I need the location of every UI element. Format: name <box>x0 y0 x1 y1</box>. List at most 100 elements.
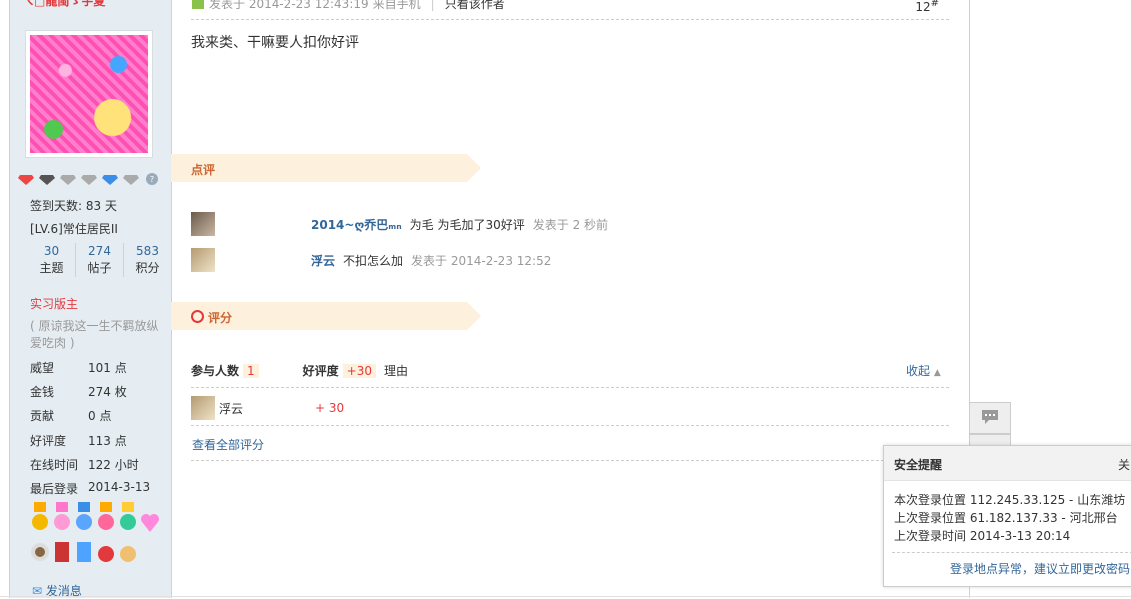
profile-key: 好评度 <box>30 434 67 448</box>
help-icon[interactable]: ? <box>144 172 160 185</box>
commenter-name[interactable]: 浮云 <box>311 252 335 269</box>
floor-value: 12 <box>915 0 931 14</box>
profile-row: 在线时间 122 小时 <box>30 456 139 473</box>
security-notice: 安全提醒 关 本次登录位置 112.245.33.125 - 山东潍坊 上次登录… <box>883 445 1131 587</box>
profile-value: 274 枚 <box>88 385 127 399</box>
stat-points-label: 积分 <box>135 261 160 275</box>
divider <box>191 425 949 426</box>
chat-bubble-icon <box>981 409 999 428</box>
comment-item: 2014~ღ乔巴ₘₙ 为毛 为毛加了30好评 发表于 2 秒前 <box>191 212 608 236</box>
post-meta: 发表于 2014-2-23 12:43:19 来自手机 | 只看该作者 <box>191 0 505 12</box>
profile-value: 0 点 <box>88 409 112 423</box>
red-gem-icon <box>18 172 34 185</box>
gray-gem-icon <box>81 172 97 185</box>
comment-text: 为毛 为毛加了30好评 <box>409 217 525 232</box>
profile-key: 贡献 <box>30 409 55 423</box>
gray-gem-icon <box>123 172 139 185</box>
stat-threads[interactable]: 30 主题 <box>28 243 76 277</box>
comments-title: 点评 <box>191 163 216 177</box>
post-source: 来自手机 <box>372 0 421 11</box>
profile-key: 最后登录 <box>30 482 79 496</box>
rater-avatar[interactable] <box>191 396 215 420</box>
medal-icon[interactable] <box>30 536 50 568</box>
medal-icon[interactable] <box>96 536 116 568</box>
score-label: 好评度 <box>302 364 339 378</box>
quick-reply-button[interactable] <box>969 402 1011 434</box>
stat-points[interactable]: 583 积分 <box>124 243 171 277</box>
profile-key: 威望 <box>30 361 55 375</box>
avatar[interactable] <box>25 30 153 158</box>
rating-title: 评分 <box>208 311 233 325</box>
rating-banner: 评分 <box>171 302 481 330</box>
post-content: 我来类、干嘛要人扣你好评 <box>191 35 359 51</box>
comment-time: 发表于 2014-2-23 12:52 <box>411 253 552 268</box>
profile-row: 威望 101 点 <box>30 359 127 376</box>
close-button[interactable]: 关 <box>1118 456 1130 473</box>
commenter-name[interactable]: 2014~ღ乔巴ₘₙ <box>311 216 402 233</box>
rater-score: + 30 <box>315 401 345 415</box>
last-login-location: 上次登录位置 61.182.137.33 - 河北邢台 <box>894 511 1118 525</box>
commenter-avatar[interactable] <box>191 212 215 236</box>
last-login-time: 上次登录时间 2014-3-13 20:14 <box>894 529 1071 543</box>
medal-list <box>30 502 160 568</box>
author-sidebar: ㄟ□龍閩ゞ宇夏 ? 签到天数: 83 天 [LV.6]常住居民II 30 主题 … <box>9 0 172 598</box>
stat-threads-count[interactable]: 30 <box>28 243 75 259</box>
divider <box>892 552 1131 553</box>
checkin-days: 签到天数: 83 天 <box>30 199 117 213</box>
post-timestamp: 发表于 2014-2-23 12:43:19 <box>209 0 369 11</box>
rater-name[interactable]: 浮云 <box>219 400 315 417</box>
divider <box>191 19 949 20</box>
medal-icon[interactable] <box>30 502 50 534</box>
stat-posts-label: 帖子 <box>87 261 112 275</box>
reason-label: 理由 <box>384 364 409 378</box>
floor-number[interactable]: 12# <box>915 0 939 14</box>
security-header: 安全提醒 关 <box>884 446 1131 481</box>
collapse-label: 收起 <box>906 364 931 378</box>
security-title: 安全提醒 <box>894 458 943 472</box>
profile-value: 101 点 <box>88 361 127 375</box>
user-stats: 30 主题 274 帖子 583 积分 <box>28 243 171 277</box>
stat-posts-count[interactable]: 274 <box>76 243 123 259</box>
post-main: 发表于 2014-2-23 12:43:19 来自手机 | 只看该作者 12# … <box>171 0 970 598</box>
user-level[interactable]: [LV.6]常住居民II <box>30 220 118 237</box>
collapse-button[interactable]: 收起 ▲ <box>906 362 941 379</box>
stat-posts[interactable]: 274 帖子 <box>76 243 124 277</box>
stat-points-count[interactable]: 583 <box>124 243 171 259</box>
medal-icon[interactable] <box>140 502 160 534</box>
only-author-link[interactable]: 只看该作者 <box>445 0 505 12</box>
gray-gem-icon <box>60 172 76 185</box>
profile-value: 113 点 <box>88 434 127 448</box>
rating-title-wrap: 评分 <box>191 309 232 326</box>
medal-icon[interactable] <box>74 502 94 534</box>
change-password-link[interactable]: 登录地点异常，建议立即更改密码 <box>950 560 1130 577</box>
medal-icon[interactable] <box>74 536 94 568</box>
black-gem-icon <box>39 172 55 185</box>
commenter-avatar[interactable] <box>191 248 215 272</box>
medal-icon[interactable] <box>118 502 138 534</box>
medal-icon[interactable] <box>118 536 138 568</box>
participants-count: 1 <box>243 363 259 378</box>
profile-value: 2014-3-13 <box>88 480 151 494</box>
medal-icon[interactable] <box>96 502 116 534</box>
user-group-icons: ? <box>18 172 160 185</box>
chevron-up-icon: ▲ <box>933 368 941 378</box>
profile-value: 122 小时 <box>88 458 139 472</box>
comment-item: 浮云 不扣怎么加 发表于 2014-2-23 12:52 <box>191 248 551 272</box>
profile-row: 最后登录 2014-3-13 <box>30 480 150 497</box>
view-all-ratings-link[interactable]: 查看全部评分 <box>192 436 264 453</box>
stat-threads-label: 主题 <box>39 261 64 275</box>
blue-gem-icon <box>102 172 118 185</box>
divider <box>191 460 949 461</box>
floor-suffix: # <box>930 0 939 9</box>
comment-time: 发表于 2 秒前 <box>532 217 609 232</box>
user-signature: ( 原谅我这一生不羁放纵爱吃肉 ) <box>30 319 159 350</box>
medal-icon[interactable] <box>52 536 72 568</box>
author-username[interactable]: ㄟ□龍閩ゞ宇夏 <box>22 0 105 9</box>
phone-icon <box>191 0 205 12</box>
avatar-image <box>30 35 148 153</box>
profile-key: 金钱 <box>30 385 55 399</box>
medal-icon[interactable] <box>52 502 72 534</box>
page-bottom-border <box>0 596 1131 597</box>
rating-row: 浮云 + 30 <box>191 396 344 420</box>
profile-key: 在线时间 <box>30 458 79 472</box>
